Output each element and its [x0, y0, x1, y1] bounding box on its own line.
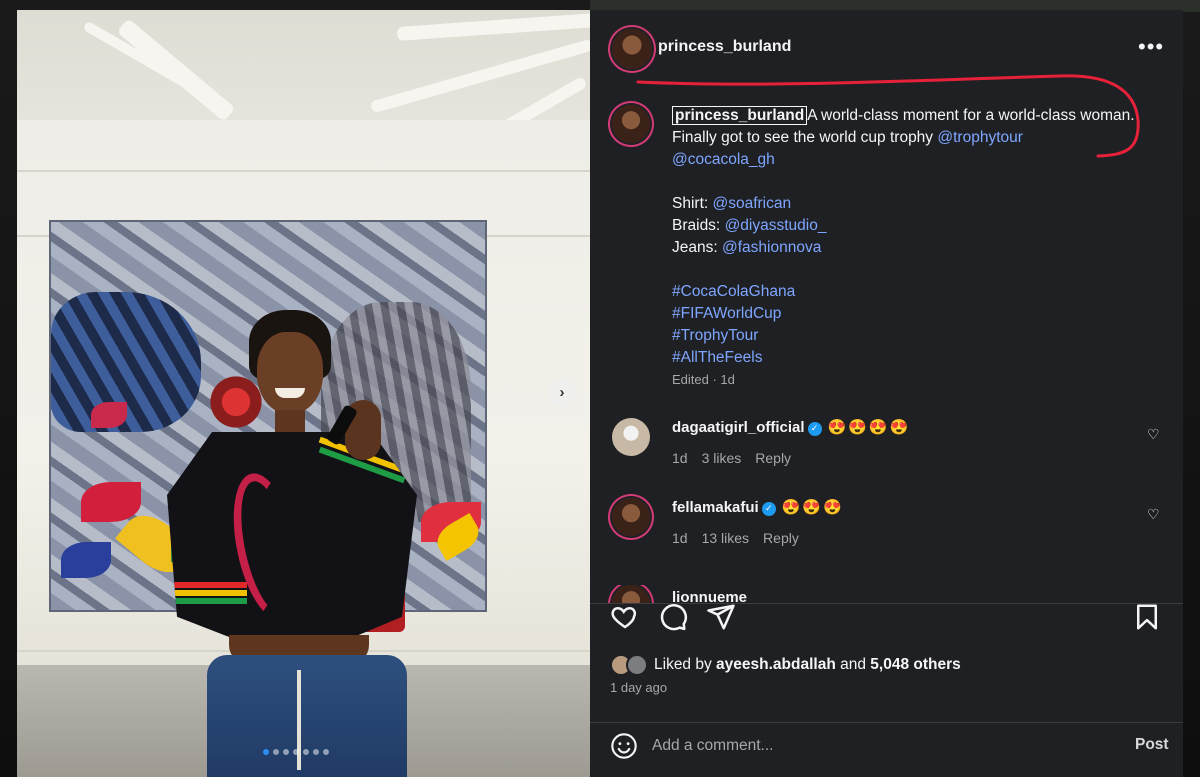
comment-item: fellamakafui ✓ 😍😍😍 1d 13 likes Reply ♡ [612, 498, 1162, 558]
liker-avatar[interactable] [626, 654, 648, 676]
commenter-avatar[interactable] [612, 498, 650, 536]
liked-by-text: Liked by ayeesh.abdallah and 5,048 other… [654, 656, 961, 673]
verified-badge-icon: ✓ [761, 501, 776, 516]
jeans-label: Jeans: [672, 239, 722, 256]
save-bookmark-icon[interactable] [1132, 602, 1162, 632]
hashtag-cocacolaghana[interactable]: #CocaColaGhana [672, 283, 795, 300]
mention-diyasstudio[interactable]: @diyasstudio_ [725, 217, 827, 234]
post-photo[interactable]: › [17, 10, 590, 777]
like-comment-icon[interactable]: ♡ [1147, 506, 1160, 523]
edited-timestamp: Edited · 1d [672, 372, 735, 387]
post-comment-button[interactable]: Post [1135, 736, 1169, 754]
person-figure [167, 310, 437, 777]
mention-cocacola[interactable]: @cocacola_gh [672, 151, 775, 168]
hashtag-allthefeels[interactable]: #AllTheFeels [672, 349, 762, 366]
carousel-dot[interactable] [303, 749, 309, 755]
liked-by-row: Liked by ayeesh.abdallah and 5,048 other… [610, 654, 961, 676]
add-comment-input[interactable] [652, 734, 1092, 758]
mention-soafrican[interactable]: @soafrican [712, 195, 791, 212]
carousel-dot[interactable] [323, 749, 329, 755]
carousel-dot[interactable] [273, 749, 279, 755]
comment-item: dagaatigirl_official ✓ 😍😍😍😍 1d 3 likes Rep… [612, 418, 1162, 478]
commenter-username[interactable]: fellamakafui [672, 499, 759, 516]
commenter-avatar[interactable] [612, 585, 650, 603]
post-header: princess_burland ••• [590, 10, 1183, 83]
post-caption: princess_burland A world-class moment for… [672, 105, 1142, 369]
commenter-avatar[interactable] [612, 418, 650, 456]
author-avatar[interactable] [612, 29, 652, 69]
author-username[interactable]: princess_burland [658, 38, 791, 56]
carousel-next-button[interactable]: › [548, 378, 576, 406]
post-time-ago[interactable]: 1 day ago [610, 680, 667, 695]
comment-time: 1d [672, 530, 688, 546]
carousel-dot[interactable] [283, 749, 289, 755]
post-side-panel: princess_burland ••• princess_burland A w… [590, 10, 1183, 777]
liked-by-user[interactable]: ayeesh.abdallah [716, 656, 836, 673]
liked-by-others[interactable]: 5,048 others [870, 656, 960, 673]
emoji-icon[interactable] [610, 732, 638, 760]
comment-text: 😍😍😍 [781, 499, 844, 516]
commenter-username[interactable]: lionnueme [672, 589, 747, 603]
comment-bubble-icon[interactable] [658, 602, 688, 632]
carousel-dot[interactable] [263, 749, 269, 755]
like-comment-icon[interactable]: ♡ [1147, 426, 1160, 443]
comment-item-clipped: lionnueme [590, 585, 1183, 603]
more-options-button[interactable]: ••• [1138, 34, 1164, 60]
post-modal: › princess_burland ••• princess_burland A… [17, 10, 1183, 777]
commenter-username[interactable]: dagaatigirl_official [672, 419, 805, 436]
shirt-label: Shirt: [672, 195, 713, 212]
hashtag-trophytour[interactable]: #TrophyTour [672, 327, 758, 344]
carousel-dot[interactable] [313, 749, 319, 755]
comment-likes[interactable]: 13 likes [702, 530, 749, 546]
like-heart-icon[interactable] [610, 602, 640, 632]
braids-label: Braids: [672, 217, 725, 234]
share-send-icon[interactable] [706, 602, 736, 632]
carousel-dots [263, 749, 329, 755]
post-actions [610, 602, 1163, 638]
mention-fashionnova[interactable]: @fashionnova [722, 239, 821, 256]
verified-badge-icon: ✓ [807, 421, 822, 436]
add-comment-bar: Post [590, 722, 1183, 777]
carousel-dot[interactable] [293, 749, 299, 755]
mention-trophytour[interactable]: @trophytour [937, 129, 1023, 146]
comment-likes[interactable]: 3 likes [702, 450, 742, 466]
caption-username[interactable]: princess_burland [672, 106, 808, 125]
reply-button[interactable]: Reply [763, 530, 799, 546]
comment-time: 1d [672, 450, 688, 466]
comment-text: 😍😍😍😍 [827, 419, 911, 436]
caption-author-avatar[interactable] [612, 105, 650, 143]
reply-button[interactable]: Reply [755, 450, 791, 466]
hashtag-fifaworldcup[interactable]: #FIFAWorldCup [672, 305, 781, 322]
